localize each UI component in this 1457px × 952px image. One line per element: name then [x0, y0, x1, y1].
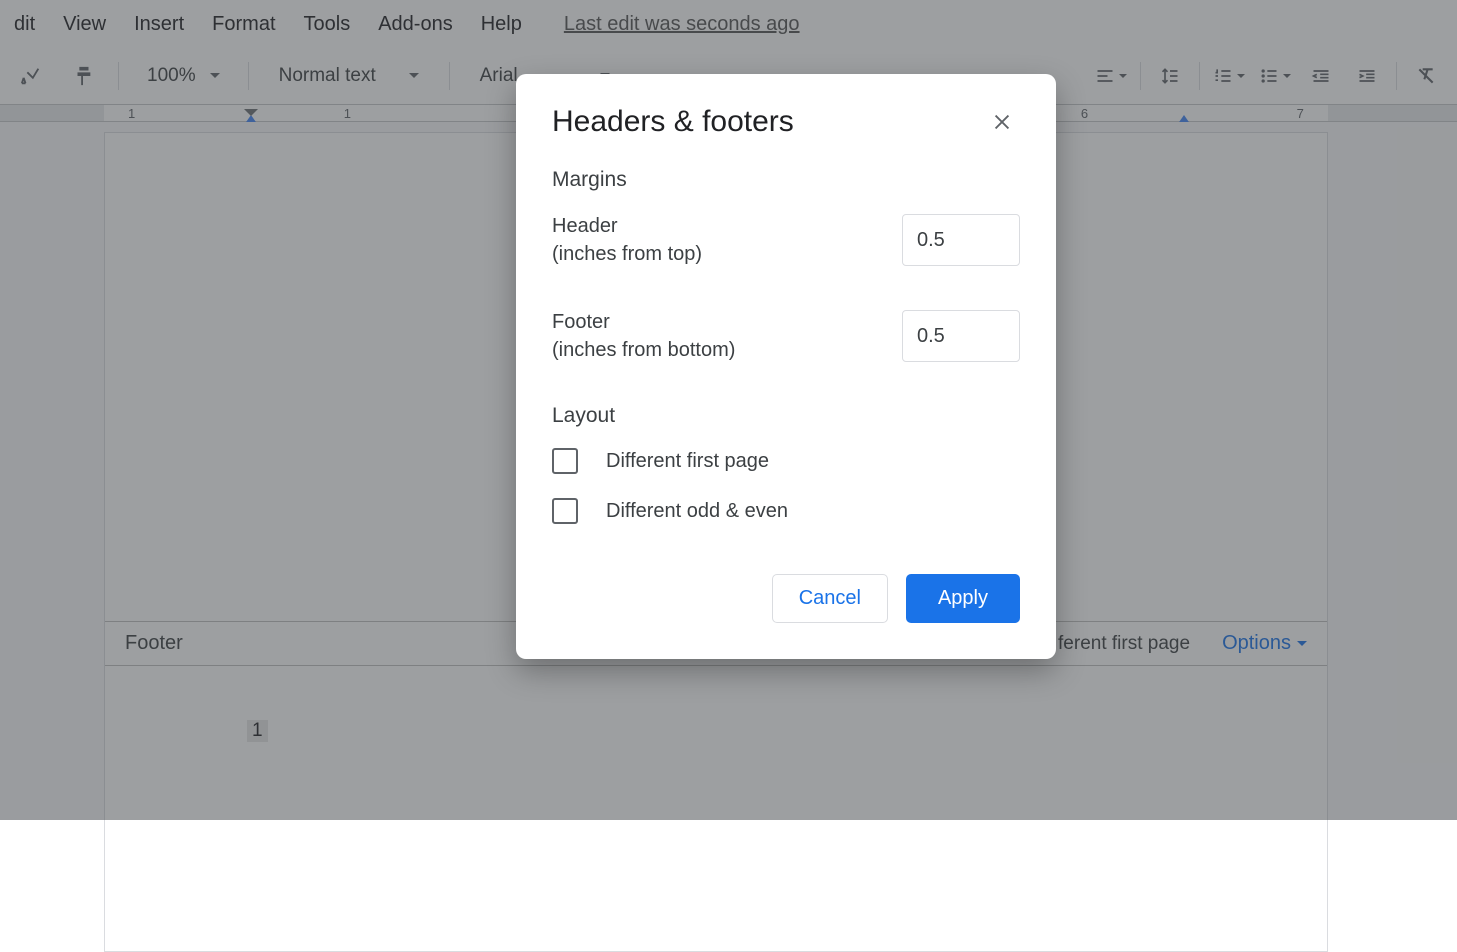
different-odd-even-label: Different odd & even [606, 500, 788, 523]
different-first-page-label: Different first page [606, 450, 769, 473]
header-margin-label: Header (inches from top) [552, 212, 702, 268]
header-margin-input[interactable] [902, 214, 1020, 266]
different-odd-even-checkbox[interactable] [552, 498, 578, 524]
apply-button[interactable]: Apply [906, 574, 1020, 623]
different-first-page-checkbox[interactable] [552, 448, 578, 474]
dialog-title: Headers & footers [552, 105, 794, 139]
layout-section-title: Layout [552, 404, 1020, 428]
headers-footers-dialog: Headers & footers Margins Header (inches… [516, 74, 1056, 659]
margins-section-title: Margins [552, 168, 1020, 192]
footer-margin-label: Footer (inches from bottom) [552, 308, 735, 364]
cancel-button[interactable]: Cancel [772, 574, 888, 623]
close-button[interactable] [984, 104, 1020, 140]
footer-margin-input[interactable] [902, 310, 1020, 362]
